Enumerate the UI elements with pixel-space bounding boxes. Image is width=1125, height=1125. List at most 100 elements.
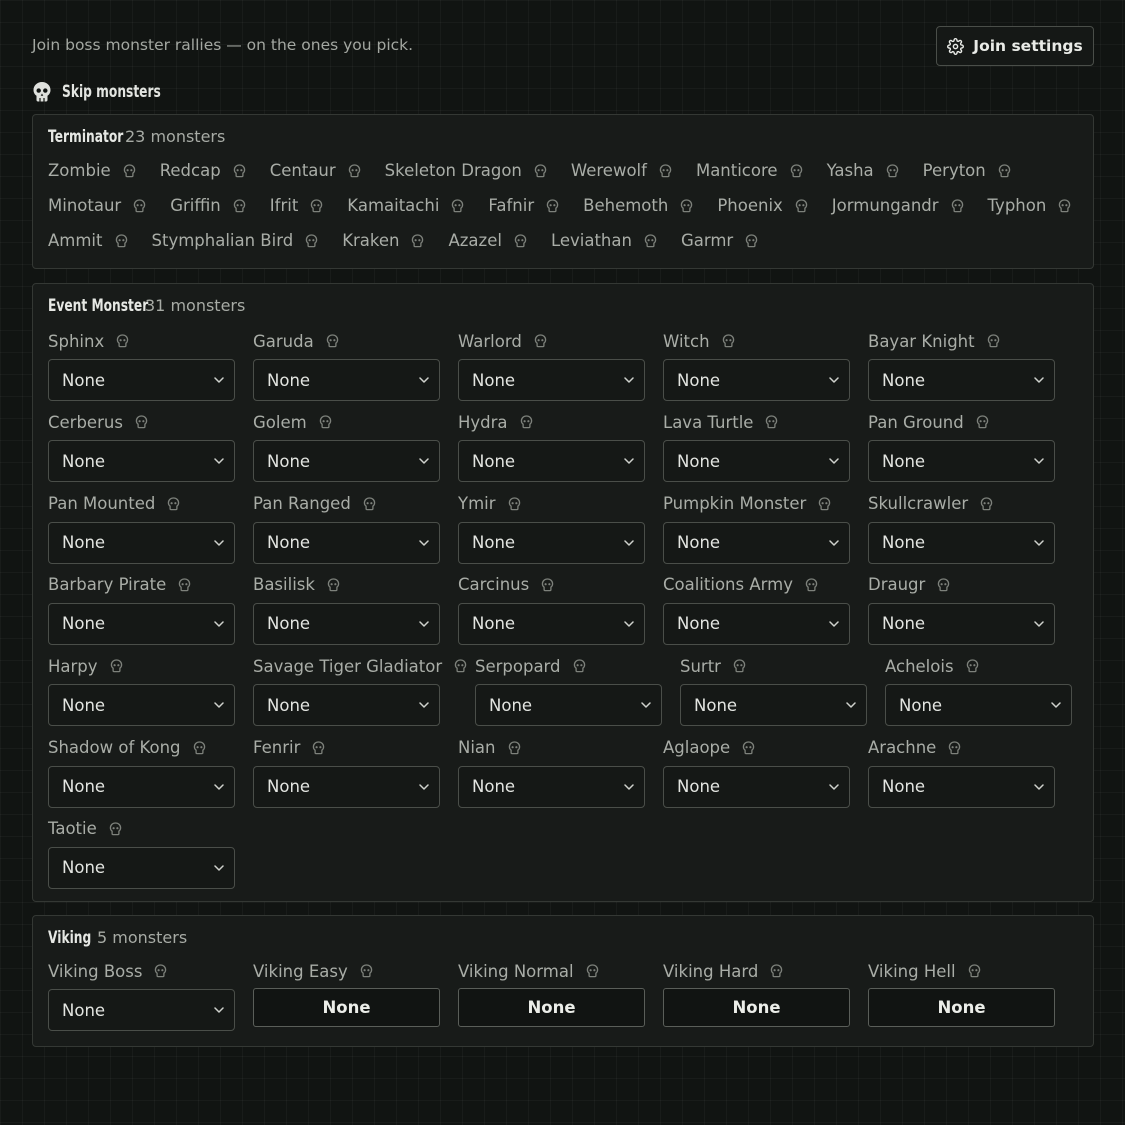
coalitions-army-select[interactable]: None <box>663 602 850 645</box>
skull-icon <box>546 198 559 212</box>
shadow-of-kong-select[interactable]: None <box>48 765 235 808</box>
monster-name: Savage Tiger Gladiator <box>253 656 443 676</box>
sphinx-select[interactable]: None <box>48 359 235 401</box>
event-monster-panel: Event Monster 31 monsters Sphinx None Garu… <box>32 283 1094 902</box>
lava-turtle-select[interactable]: None <box>663 440 850 483</box>
viking-hell-button[interactable]: None <box>868 988 1055 1027</box>
terminator-tag-skeleton-dragon[interactable]: Skeleton Dragon <box>385 161 547 180</box>
draugr-select[interactable]: None <box>868 602 1055 645</box>
warlord-select[interactable]: None <box>458 359 645 401</box>
viking-normal-button[interactable]: None <box>458 988 645 1027</box>
select-value: None <box>472 451 516 471</box>
select-value: None <box>62 695 106 715</box>
terminator-tag-garmr[interactable]: Garmr <box>681 231 758 250</box>
bayar-knight-select[interactable]: None <box>868 359 1055 401</box>
surtr-select[interactable]: None <box>680 684 867 727</box>
hydra-select[interactable]: None <box>458 440 645 483</box>
chevron-down-icon <box>641 702 651 708</box>
chevron-down-icon <box>214 1007 224 1013</box>
monster-cell-barbary-pirate: Barbary Pirate None <box>48 574 235 645</box>
select-value: None <box>694 695 738 715</box>
cerberus-select[interactable]: None <box>48 440 235 483</box>
terminator-tag-azazel[interactable]: Azazel <box>448 231 527 250</box>
select-value: None <box>62 614 106 634</box>
harpy-select[interactable]: None <box>48 684 235 727</box>
chevron-down-icon <box>1034 539 1044 546</box>
monster-label: Pumpkin Monster <box>663 493 850 515</box>
barbary-pirate-select[interactable]: None <box>48 602 235 645</box>
ymir-select[interactable]: None <box>458 521 645 564</box>
skull-icon <box>742 740 755 754</box>
terminator-tag-peryton[interactable]: Peryton <box>923 161 1011 180</box>
monster-cell-skullcrawler: Skullcrawler None <box>868 493 1055 564</box>
terminator-tag-centaur[interactable]: Centaur <box>270 161 361 180</box>
arachne-select[interactable]: None <box>868 765 1055 808</box>
terminator-tag-phoenix[interactable]: Phoenix <box>717 196 808 215</box>
nian-select[interactable]: None <box>458 765 645 808</box>
monster-name: Achelois <box>885 656 954 676</box>
select-value: None <box>267 695 311 715</box>
terminator-tag-redcap[interactable]: Redcap <box>160 161 246 180</box>
terminator-tag-kraken[interactable]: Kraken <box>342 231 424 250</box>
skull-icon <box>360 964 372 978</box>
terminator-tag-jormungandr[interactable]: Jormungandr <box>832 196 964 215</box>
aglaope-select[interactable]: None <box>663 765 850 808</box>
carcinus-select[interactable]: None <box>458 602 645 645</box>
taotie-select[interactable]: None <box>48 846 235 889</box>
garuda-select[interactable]: None <box>253 359 440 401</box>
terminator-tag-behemoth[interactable]: Behemoth <box>583 196 693 215</box>
terminator-tag-fafnir[interactable]: Fafnir <box>488 196 559 215</box>
monster-name: Pan Ground <box>868 412 964 432</box>
pan-ranged-select[interactable]: None <box>253 521 440 564</box>
pan-mounted-select[interactable]: None <box>48 521 235 564</box>
skullcrawler-select[interactable]: None <box>868 521 1055 564</box>
monster-cell-basilisk: Basilisk None <box>253 574 440 645</box>
terminator-tag-griffin[interactable]: Griffin <box>170 196 246 215</box>
terminator-tag-ifrit[interactable]: Ifrit <box>270 196 324 215</box>
skip-monsters-heading: Skip monsters <box>32 81 199 103</box>
terminator-tag-werewolf[interactable]: Werewolf <box>571 161 672 180</box>
terminator-tag-kamaitachi[interactable]: Kamaitachi <box>347 196 464 215</box>
join-settings-button[interactable]: Join settings <box>936 26 1094 66</box>
skull-icon <box>233 198 246 212</box>
viking-hard-button[interactable]: None <box>663 988 850 1027</box>
golem-select[interactable]: None <box>253 440 440 483</box>
terminator-tag-zombie[interactable]: Zombie <box>48 161 136 180</box>
witch-select[interactable]: None <box>663 359 850 401</box>
savage-tiger-gladiator-select[interactable]: None <box>253 684 440 727</box>
serpopard-select[interactable]: None <box>475 684 662 727</box>
monster-label: Hydra <box>458 411 645 433</box>
monster-label: Witch <box>663 330 850 352</box>
terminator-tag-minotaur[interactable]: Minotaur <box>48 196 146 215</box>
pan-ground-select[interactable]: None <box>868 440 1055 483</box>
monster-name: Typhon <box>987 196 1047 215</box>
select-value: None <box>472 370 516 390</box>
monster-name: Golem <box>253 412 307 432</box>
monster-cell-arachne: Arachne None <box>868 737 1055 808</box>
terminator-tag-typhon[interactable]: Typhon <box>988 196 1072 215</box>
terminator-tag-ammit[interactable]: Ammit <box>48 231 128 250</box>
monster-name: Shadow of Kong <box>48 738 181 757</box>
monster-name: Taotie <box>48 819 97 839</box>
terminator-tag-yasha[interactable]: Yasha <box>827 161 899 180</box>
monster-name: Viking Hard <box>663 961 759 981</box>
skull-icon <box>733 659 746 673</box>
skull-icon <box>319 415 331 429</box>
pumpkin-monster-select[interactable]: None <box>663 521 850 564</box>
skull-icon <box>311 198 323 212</box>
terminator-tag-leviathan[interactable]: Leviathan <box>551 231 657 250</box>
monster-name: Basilisk <box>253 575 315 595</box>
viking-easy-button[interactable]: None <box>253 988 440 1027</box>
achelois-select[interactable]: None <box>885 684 1072 727</box>
skull-icon <box>573 659 585 673</box>
terminator-tag-stymphalian-bird[interactable]: Stymphalian Bird <box>152 231 319 250</box>
fenrir-select[interactable]: None <box>253 765 440 808</box>
terminator-panel: Terminator 23 monsters Zombie Redcap Centa… <box>32 114 1094 269</box>
monster-name: Garmr <box>680 231 734 250</box>
monster-cell-harpy: Harpy None <box>48 655 235 727</box>
basilisk-select[interactable]: None <box>253 602 440 645</box>
terminator-tag-manticore[interactable]: Manticore <box>696 161 803 180</box>
monster-cell-aglaope: Aglaope None <box>663 737 850 808</box>
viking-boss-select[interactable]: None <box>48 989 235 1031</box>
monster-label: Serpopard <box>475 655 662 677</box>
